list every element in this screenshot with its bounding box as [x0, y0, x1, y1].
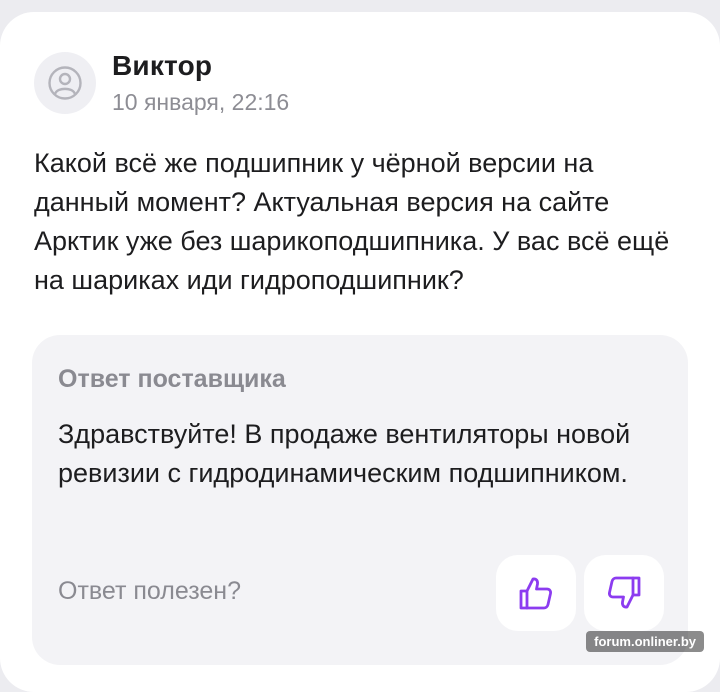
reply-text: Здравствуйте! В продаже вентиляторы ново…	[58, 415, 648, 493]
review-date: 10 января, 22:16	[112, 89, 289, 116]
dislike-button[interactable]	[584, 555, 664, 631]
review-text: Какой всё же подшипник у чёрной версии н…	[34, 144, 694, 300]
supplier-reply: Ответ поставщика Здравствуйте! В продаже…	[32, 335, 688, 665]
thumbs-up-icon	[516, 573, 556, 613]
watermark: forum.onliner.by	[586, 631, 704, 652]
author-name: Виктор	[112, 50, 212, 82]
review-card: Виктор 10 января, 22:16 Какой всё же под…	[0, 12, 720, 692]
reply-title: Ответ поставщика	[58, 365, 286, 394]
helpful-prompt: Ответ полезен?	[58, 577, 241, 606]
thumbs-down-icon	[604, 573, 644, 613]
user-avatar-icon	[47, 65, 83, 101]
avatar	[34, 52, 96, 114]
like-button[interactable]	[496, 555, 576, 631]
